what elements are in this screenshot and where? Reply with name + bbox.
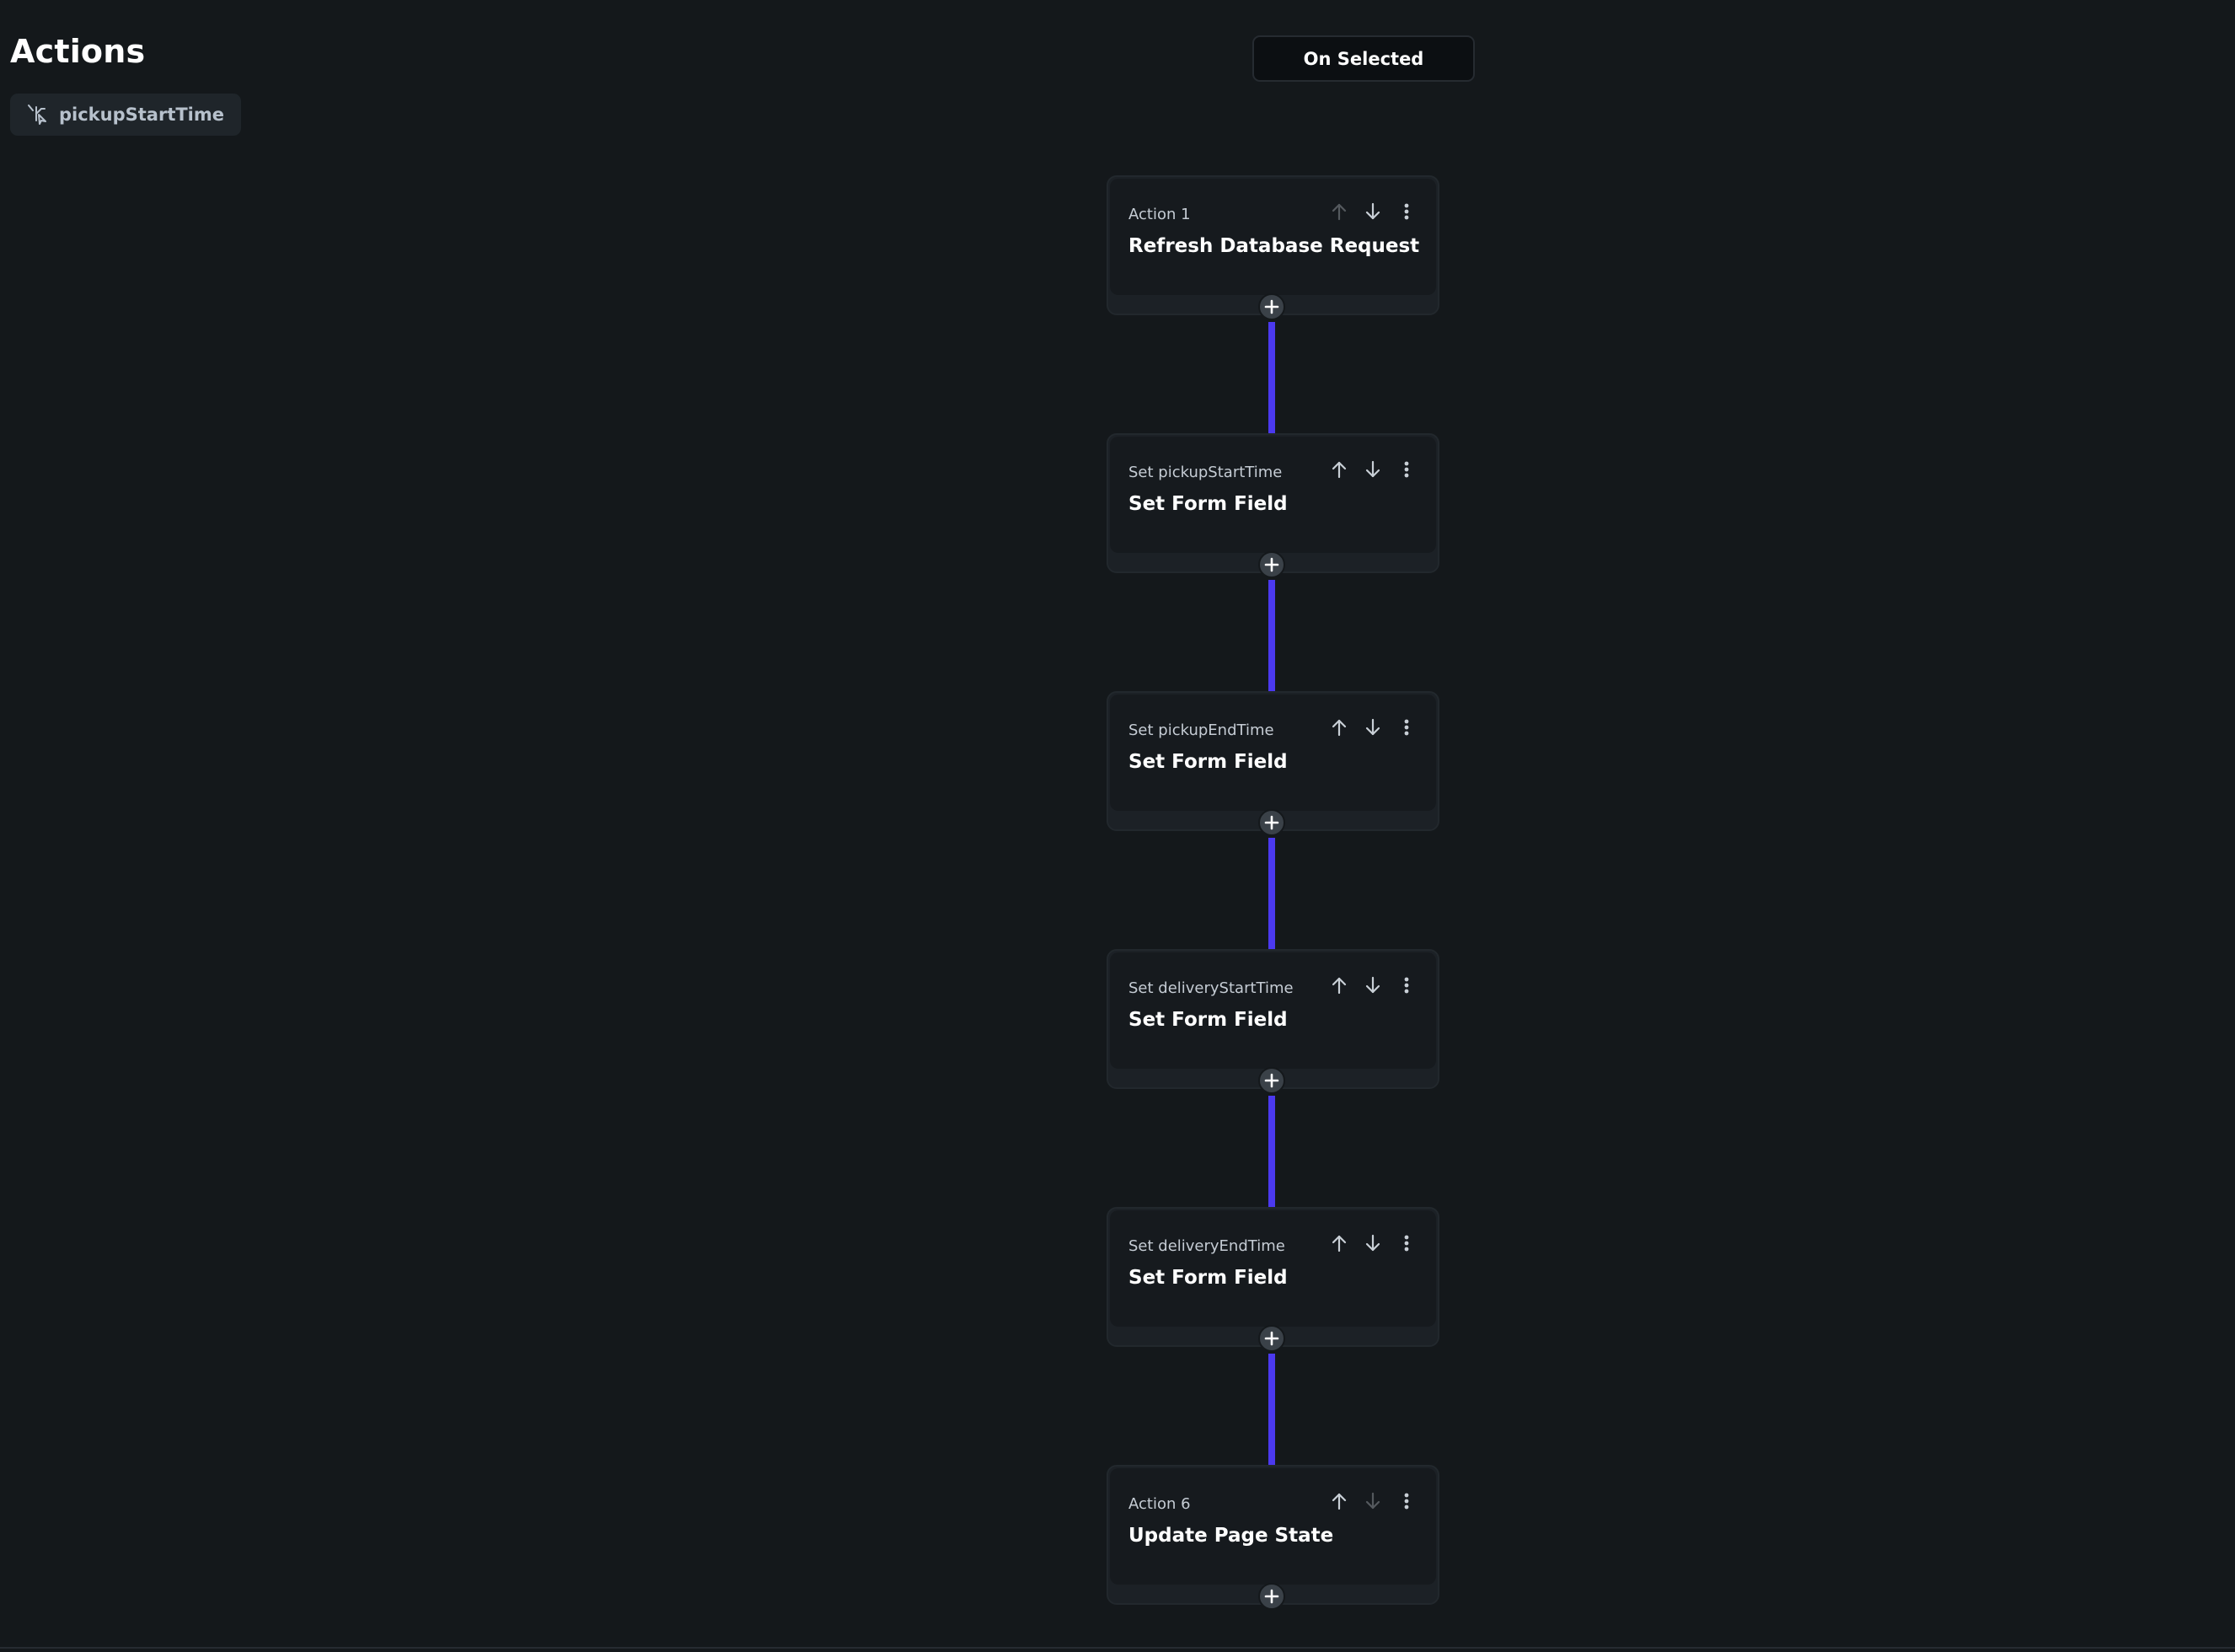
action-label: Set pickupEndTime <box>1128 721 1274 739</box>
arrow-down-icon[interactable] <box>1362 716 1384 738</box>
plus-icon <box>1264 815 1279 830</box>
action-label: Set deliveryEndTime <box>1128 1237 1285 1255</box>
plus-icon <box>1264 1073 1279 1088</box>
add-action-button[interactable] <box>1258 809 1285 836</box>
widget-tree-icon <box>25 103 49 126</box>
action-flow-editor: Actions pickupStartTime On Selected Acti… <box>0 0 2235 1652</box>
divider <box>0 1647 2235 1649</box>
arrow-up-icon[interactable] <box>1328 1232 1350 1254</box>
action-connector <box>1268 322 1275 433</box>
action-controls <box>1328 716 1418 738</box>
more-vertical-icon[interactable] <box>1396 1490 1418 1512</box>
action-controls <box>1328 201 1418 223</box>
action-card-body: Action 6 Update Page State <box>1110 1468 1436 1585</box>
widget-chip-label: pickupStartTime <box>59 105 225 125</box>
action-card-body: Set deliveryEndTime Set Form Field <box>1110 1210 1436 1327</box>
plus-icon <box>1264 1589 1279 1604</box>
action-title: Set Form Field <box>1128 1267 1288 1289</box>
arrow-up-icon[interactable] <box>1328 1490 1350 1512</box>
action-card-body: Action 1 Refresh Database Request <box>1110 179 1436 295</box>
trigger-label: On Selected <box>1303 48 1424 69</box>
arrow-up-icon[interactable] <box>1328 459 1350 480</box>
action-label: Action 1 <box>1128 206 1191 223</box>
action-label: Set deliveryStartTime <box>1128 979 1294 997</box>
more-vertical-icon[interactable] <box>1396 459 1418 480</box>
arrow-down-icon[interactable] <box>1362 1490 1384 1512</box>
trigger-button[interactable]: On Selected <box>1252 35 1475 82</box>
action-title: Update Page State <box>1128 1525 1334 1547</box>
arrow-up-icon[interactable] <box>1328 201 1350 223</box>
arrow-up-icon[interactable] <box>1328 974 1350 996</box>
page-title: Actions <box>10 33 146 70</box>
action-controls <box>1328 1490 1418 1512</box>
more-vertical-icon[interactable] <box>1396 1232 1418 1254</box>
arrow-up-icon[interactable] <box>1328 716 1350 738</box>
action-connector <box>1268 838 1275 949</box>
plus-icon <box>1264 1331 1279 1346</box>
arrow-down-icon[interactable] <box>1362 974 1384 996</box>
action-label: Action 6 <box>1128 1495 1191 1513</box>
action-controls <box>1328 974 1418 996</box>
widget-chip[interactable]: pickupStartTime <box>10 94 242 136</box>
more-vertical-icon[interactable] <box>1396 201 1418 223</box>
action-title: Set Form Field <box>1128 1009 1288 1031</box>
more-vertical-icon[interactable] <box>1396 974 1418 996</box>
arrow-down-icon[interactable] <box>1362 459 1384 480</box>
action-connector <box>1268 1354 1275 1465</box>
action-connector <box>1268 580 1275 691</box>
arrow-down-icon[interactable] <box>1362 201 1384 223</box>
arrow-down-icon[interactable] <box>1362 1232 1384 1254</box>
add-action-button[interactable] <box>1258 551 1285 578</box>
plus-icon <box>1264 299 1279 314</box>
action-controls <box>1328 459 1418 480</box>
action-title: Set Form Field <box>1128 493 1288 515</box>
action-title: Set Form Field <box>1128 751 1288 773</box>
more-vertical-icon[interactable] <box>1396 716 1418 738</box>
add-action-button[interactable] <box>1258 1325 1285 1352</box>
action-connector <box>1268 1096 1275 1207</box>
action-controls <box>1328 1232 1418 1254</box>
action-card-body: Set pickupEndTime Set Form Field <box>1110 695 1436 811</box>
action-label: Set pickupStartTime <box>1128 464 1283 481</box>
action-card-body: Set pickupStartTime Set Form Field <box>1110 437 1436 553</box>
action-card-body: Set deliveryStartTime Set Form Field <box>1110 952 1436 1069</box>
add-action-button[interactable] <box>1258 1583 1285 1610</box>
add-action-button[interactable] <box>1258 293 1285 320</box>
action-title: Refresh Database Request <box>1128 235 1420 257</box>
add-action-button[interactable] <box>1258 1067 1285 1094</box>
plus-icon <box>1264 557 1279 572</box>
